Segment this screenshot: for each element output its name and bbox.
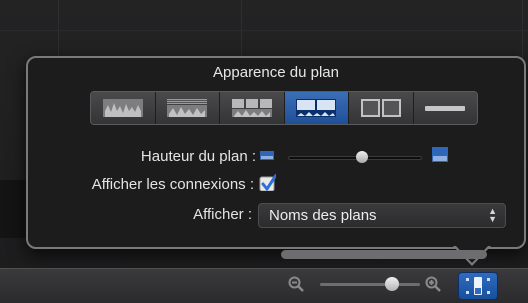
- select-arrows-icon: ▲ ▼: [488, 206, 497, 224]
- timeline-track: [0, 180, 28, 238]
- segment-name-only[interactable]: [413, 92, 477, 124]
- timeline-toolbar: [0, 268, 528, 303]
- show-label: Afficher :: [193, 206, 252, 223]
- filmstrip-only-icon: [360, 99, 401, 117]
- segment-equal-waveform-filmstrip[interactable]: [220, 92, 285, 124]
- clip-appearance-icon: [466, 277, 490, 295]
- zoom-slider-track[interactable]: [320, 283, 420, 286]
- name-only-icon: [425, 106, 466, 111]
- show-connections-row: Afficher les connexions :: [28, 176, 254, 193]
- popover-title: Apparence du plan: [213, 64, 339, 81]
- show-connections-label: Afficher les connexions :: [91, 176, 254, 193]
- show-select-value: Noms des plans: [269, 207, 377, 224]
- clip-height-row: Hauteur du plan :: [28, 148, 256, 165]
- large-waveform-filmstrip-icon: [167, 99, 208, 117]
- equal-waveform-filmstrip-icon: [231, 99, 272, 117]
- show-row: Afficher :: [28, 206, 252, 223]
- show-select[interactable]: Noms des plans ▲ ▼: [258, 203, 506, 228]
- large-clip-height-icon: [432, 147, 448, 162]
- zoom-in-icon[interactable]: [425, 276, 441, 292]
- clip-appearance-button[interactable]: [458, 272, 498, 300]
- timeline-scrollbar[interactable]: [281, 250, 487, 259]
- segment-large-filmstrip-small-waveform[interactable]: [284, 92, 349, 124]
- zoom-out-icon[interactable]: [288, 276, 304, 292]
- large-filmstrip-small-waveform-icon: [296, 99, 337, 117]
- clip-height-label: Hauteur du plan :: [140, 148, 256, 165]
- waveform-only-icon: [102, 99, 143, 117]
- clip-appearance-popover: Apparence du plan Hauteur du plan: Affi…: [26, 56, 526, 249]
- clip-appearance-segmented-control[interactable]: [90, 91, 478, 125]
- show-connections-checkbox[interactable]: [259, 174, 276, 191]
- clip-height-slider-knob[interactable]: [355, 151, 368, 163]
- segment-large-waveform-filmstrip[interactable]: [155, 92, 220, 124]
- zoom-slider-knob[interactable]: [385, 277, 399, 291]
- timeline-rule: [0, 30, 528, 31]
- segment-filmstrip-only[interactable]: [349, 92, 414, 124]
- small-clip-height-icon: [260, 151, 274, 160]
- segment-waveform-only[interactable]: [91, 92, 156, 124]
